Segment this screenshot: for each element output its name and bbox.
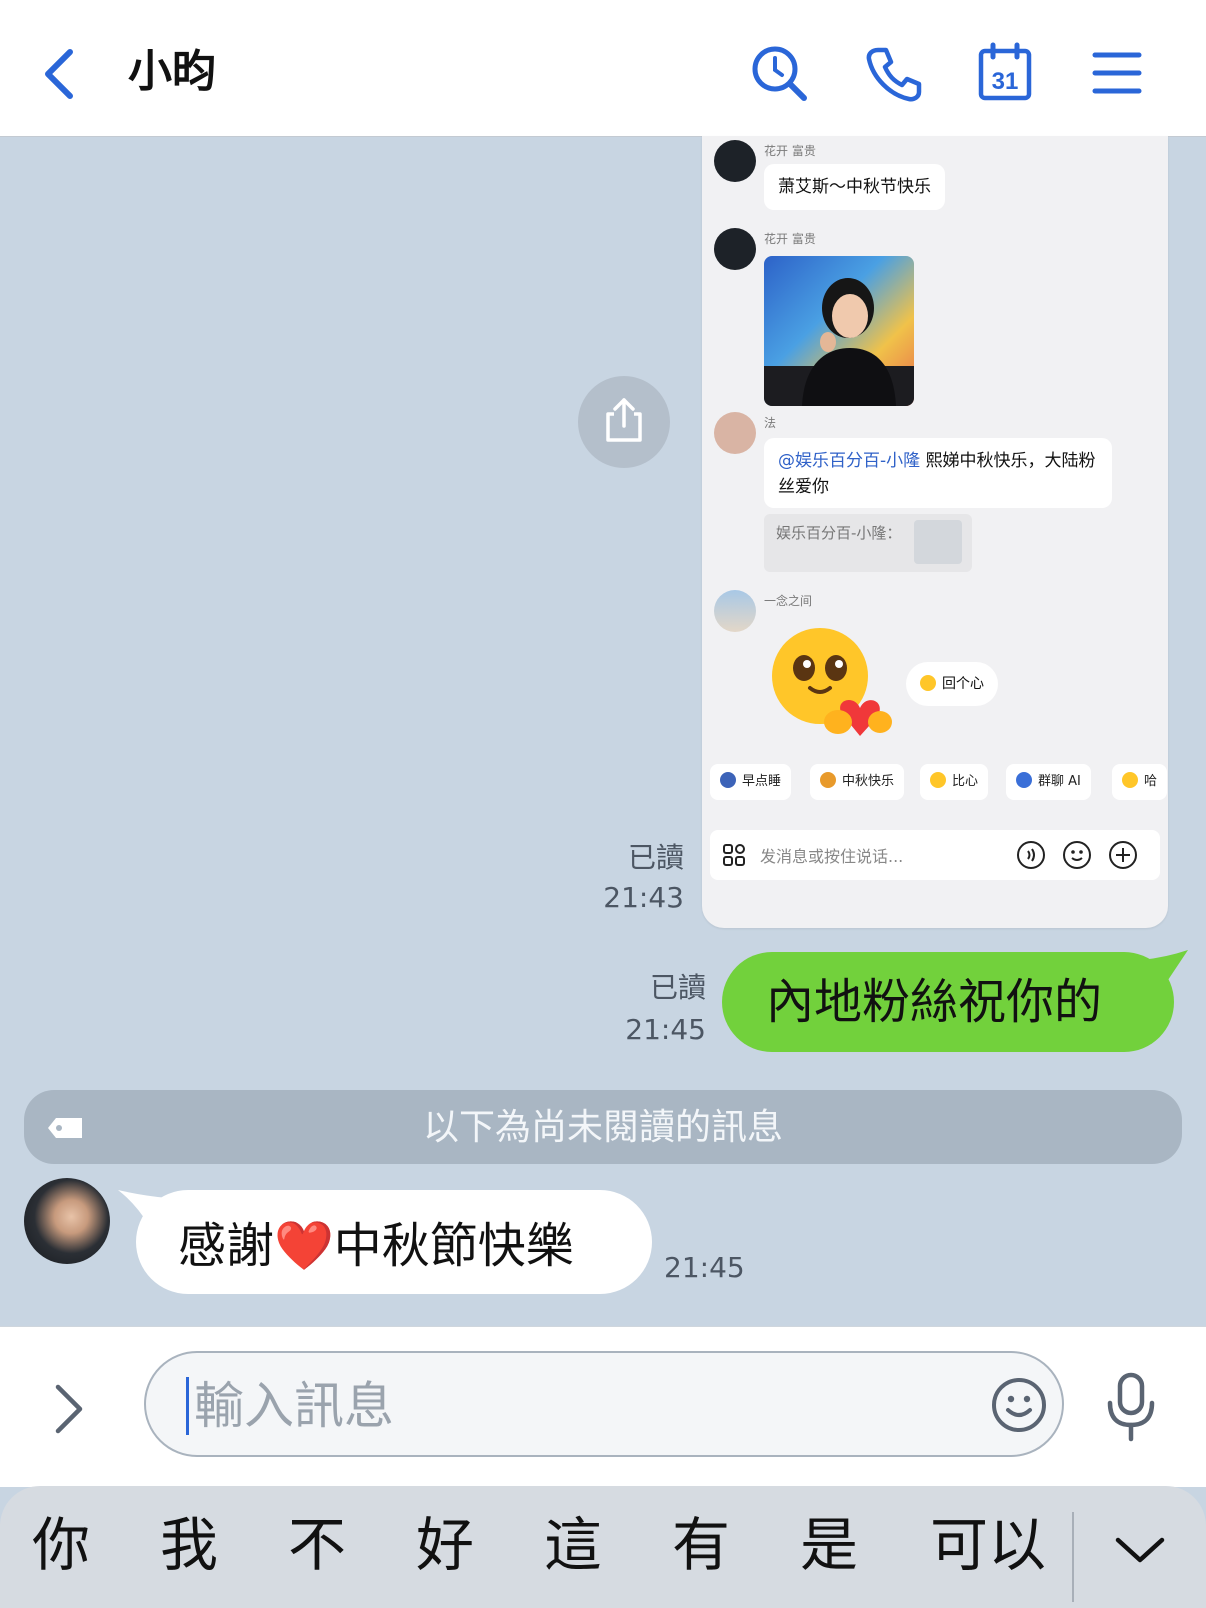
quick-chip[interactable]: 中秋快乐 — [810, 764, 905, 800]
shared-screenshot-image[interactable]: 花开 富贵 萧艾斯～中秋节快乐 花开 富贵 法 @娱乐百分百-小隆 熙娣中秋快乐… — [702, 136, 1168, 928]
text-cursor — [186, 1377, 189, 1435]
microphone-icon[interactable] — [1104, 1371, 1158, 1443]
emoji-icon — [930, 772, 946, 788]
chat-header: 小昀 31 — [0, 0, 1206, 137]
keyboard-suggestion[interactable]: 你 — [32, 1510, 90, 1580]
received-message-text: 感謝❤️中秋節快樂 — [178, 1216, 574, 1276]
calendar-icon[interactable]: 31 — [978, 42, 1032, 102]
inner-photo — [764, 256, 914, 406]
inner-input-bar[interactable]: 发消息或按住说话... — [710, 830, 1160, 880]
message-time: 21:45 — [625, 1013, 706, 1046]
keyboard-suggestion-bar: 你 我 不 好 這 有 是 可以 — [0, 1486, 1206, 1608]
inner-sender-name: 一念之间 — [764, 594, 813, 608]
at-icon — [1016, 772, 1032, 788]
message-input[interactable]: 輸入訊息 — [144, 1351, 1064, 1457]
quick-chip[interactable]: 比心 — [920, 764, 989, 800]
apps-grid-icon — [723, 844, 745, 866]
moon-icon — [720, 772, 736, 788]
inner-sender-name: 法 — [764, 416, 777, 430]
read-receipt: 已讀 — [627, 841, 684, 874]
menu-icon[interactable] — [1092, 50, 1142, 96]
bubble-tail — [1140, 950, 1188, 986]
keyboard-suggestion[interactable]: 不 — [288, 1510, 346, 1580]
phone-icon[interactable] — [864, 44, 924, 104]
heart-hug-emoji-icon — [772, 628, 892, 736]
inner-message-bubble: @娱乐百分百-小隆 熙娣中秋快乐，大陆粉丝爱你 — [764, 438, 1112, 508]
keyboard-suggestion[interactable]: 這 — [544, 1510, 602, 1580]
collapse-chevron-icon[interactable] — [1114, 1532, 1166, 1568]
quick-chip[interactable]: 群聊 AI — [1006, 764, 1091, 800]
share-button[interactable] — [578, 376, 670, 468]
emoji-icon[interactable] — [990, 1376, 1048, 1434]
emoji-face-icon — [1063, 841, 1091, 869]
inner-avatar — [714, 590, 756, 632]
message-time: 21:43 — [603, 881, 684, 914]
mention-link[interactable]: @娱乐百分百-小隆 — [778, 451, 920, 471]
quick-chip[interactable]: 早点睡 — [710, 764, 792, 800]
chip-label: 中秋快乐 — [842, 774, 895, 789]
inner-avatar — [714, 140, 756, 182]
inner-sender-name: 花开 富贵 — [764, 232, 816, 246]
unread-divider-text: 以下為尚未閱讀的訊息 — [422, 1107, 783, 1148]
message-input-placeholder: 輸入訊息 — [194, 1377, 394, 1435]
inner-input-placeholder: 发消息或按住说话... — [760, 847, 904, 866]
received-text-part: 感謝 — [178, 1218, 275, 1274]
inner-message-bubble: 萧艾斯～中秋节快乐 — [764, 164, 945, 210]
plus-icon — [1109, 841, 1137, 869]
inner-quote: 娱乐百分百-小隆： — [764, 514, 972, 572]
quote-thumbnail-icon — [914, 520, 962, 564]
laugh-icon — [1122, 772, 1138, 788]
composer-bar: 輸入訊息 — [0, 1326, 1206, 1487]
inner-sender-name: 花开 富贵 — [764, 144, 816, 158]
unread-divider: 以下為尚未閱讀的訊息 — [24, 1090, 1182, 1164]
message-time: 21:45 — [664, 1251, 745, 1284]
sent-message-text: 內地粉絲祝你的 — [766, 974, 1103, 1030]
inner-avatar — [714, 228, 756, 270]
keyboard-suggestion[interactable]: 有 — [672, 1510, 730, 1580]
reply-suggestion-label: 回个心 — [942, 676, 984, 692]
quote-text: 娱乐百分百-小隆： — [776, 524, 902, 542]
chip-label: 比心 — [952, 774, 979, 789]
received-text-part: 中秋節快樂 — [333, 1218, 574, 1274]
back-chevron-icon[interactable] — [36, 46, 80, 102]
suggestion-divider — [1072, 1512, 1074, 1602]
inner-avatar — [714, 412, 756, 454]
person-photo-icon — [764, 278, 914, 406]
reply-suggestion[interactable]: 回个心 — [906, 662, 998, 706]
mooncake-icon — [820, 772, 836, 788]
share-icon — [606, 398, 642, 442]
quick-chip[interactable]: 哈 — [1112, 764, 1168, 800]
emoji-icon — [920, 674, 936, 691]
bubble-tail — [118, 1190, 168, 1224]
search-icon[interactable] — [750, 44, 810, 104]
chat-title: 小昀 — [128, 46, 216, 97]
expand-chevron-icon[interactable] — [50, 1381, 86, 1437]
keyboard-suggestion[interactable]: 好 — [416, 1510, 474, 1580]
calendar-day: 31 — [992, 68, 1019, 95]
keyboard-suggestion[interactable]: 我 — [160, 1510, 218, 1580]
read-receipt: 已讀 — [649, 971, 706, 1004]
friend-avatar[interactable] — [24, 1178, 110, 1264]
chip-label: 群聊 AI — [1038, 774, 1081, 789]
keyboard-suggestion[interactable]: 可以 — [930, 1510, 1046, 1580]
heart-emoji-icon: ❤️ — [274, 1218, 334, 1274]
chip-label: 早点睡 — [742, 774, 782, 789]
voice-wave-icon — [1017, 841, 1045, 869]
keyboard-suggestion[interactable]: 是 — [800, 1510, 858, 1580]
chip-label: 哈 — [1144, 774, 1158, 789]
